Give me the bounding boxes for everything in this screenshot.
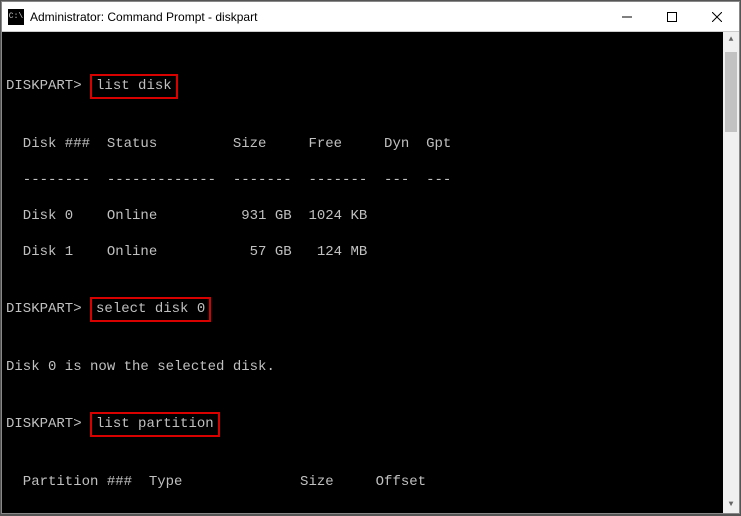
maximize-button[interactable]: [649, 2, 694, 31]
disk-table-header: Disk ### Status Size Free Dyn Gpt: [6, 135, 735, 153]
minimize-icon: [622, 12, 632, 22]
table-row: Disk 1 Online 57 GB 124 MB: [6, 243, 735, 261]
prompt-line-list-disk: DISKPART> list disk: [6, 74, 735, 99]
window-controls: [604, 2, 739, 31]
prompt-text: DISKPART>: [6, 301, 82, 317]
cmd-list-partition: list partition: [90, 412, 220, 437]
window-title: Administrator: Command Prompt - diskpart: [30, 10, 604, 24]
close-button[interactable]: [694, 2, 739, 31]
table-row: Disk 0 Online 931 GB 1024 KB: [6, 207, 735, 225]
terminal-area[interactable]: DISKPART> list disk Disk ### Status Size…: [2, 32, 739, 513]
titlebar[interactable]: C:\ Administrator: Command Prompt - disk…: [2, 2, 739, 32]
scroll-down-icon[interactable]: ▼: [723, 497, 739, 513]
partition-table-divider: ------------- ---------------- ------- -…: [6, 509, 735, 513]
prompt-line-list-partition: DISKPART> list partition: [6, 412, 735, 437]
minimize-button[interactable]: [604, 2, 649, 31]
prompt-text: DISKPART>: [6, 416, 82, 432]
scroll-up-icon[interactable]: ▲: [723, 32, 739, 48]
cmd-select-disk: select disk 0: [90, 297, 211, 322]
scrollbar-thumb[interactable]: [725, 52, 737, 132]
command-prompt-window: C:\ Administrator: Command Prompt - disk…: [1, 1, 740, 514]
vertical-scrollbar[interactable]: ▲ ▼: [723, 32, 739, 513]
prompt-line-select-disk: DISKPART> select disk 0: [6, 297, 735, 322]
close-icon: [712, 12, 722, 22]
prompt-text: DISKPART>: [6, 78, 82, 94]
cmd-list-disk: list disk: [90, 74, 178, 99]
maximize-icon: [667, 12, 677, 22]
partition-table-header: Partition ### Type Size Offset: [6, 473, 735, 491]
disk-table-divider: -------- ------------- ------- ------- -…: [6, 171, 735, 189]
msg-disk-selected: Disk 0 is now the selected disk.: [6, 358, 735, 376]
cmd-icon: C:\: [8, 9, 24, 25]
